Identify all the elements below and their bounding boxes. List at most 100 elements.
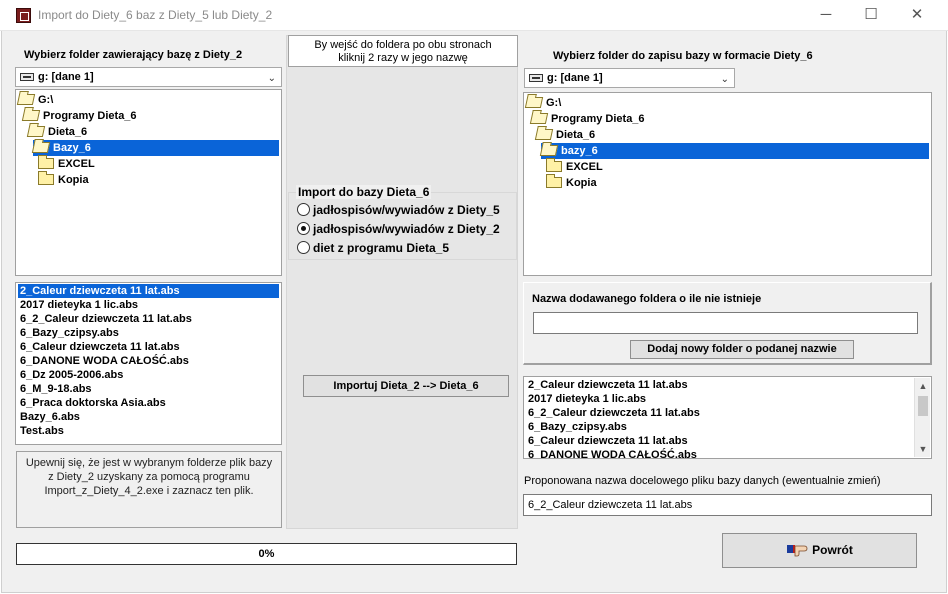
tree-item[interactable]: Programy Dieta_6 (21, 108, 137, 124)
target-folder-heading: Wybierz folder do zapisu bazy w formacie… (553, 50, 813, 62)
tree-item[interactable]: bazy_6 (539, 143, 929, 159)
navigation-hint: By wejść do foldera po obu stronach klik… (288, 35, 518, 67)
tree-item[interactable]: EXCEL (38, 155, 95, 172)
tree-item[interactable]: Dieta_6 (26, 124, 88, 140)
source-drive-value: g: [dane 1] (38, 71, 94, 83)
tree-item[interactable]: Kopia (38, 171, 89, 188)
tree-item[interactable]: Bazy_6 (31, 140, 279, 156)
title-bar: Import do Diety_6 baz z Diety_5 lub Diet… (0, 0, 948, 31)
list-item[interactable]: 2017 dieteyka 1 lic.abs (526, 392, 911, 406)
list-item[interactable]: 6_Bazy_czipsy.abs (526, 420, 911, 434)
tree-item-label: G:\ (38, 94, 54, 106)
list-item[interactable]: 6_DANONE WODA CAŁOŚĆ.abs (526, 448, 911, 458)
radio-label: diet z programu Dieta_5 (313, 241, 450, 255)
radio-option-dieta5-menus[interactable]: jadłospisów/wywiadów z Diety_5 (297, 202, 500, 218)
list-item[interactable]: Test.abs (18, 424, 279, 438)
radio-option-dieta2-menus[interactable]: jadłospisów/wywiadów z Diety_2 (297, 221, 500, 237)
list-item[interactable]: 6_2_Caleur dziewczeta 11 lat.abs (526, 406, 911, 420)
list-item[interactable]: 6_Caleur dziewczeta 11 lat.abs (526, 434, 911, 448)
list-item[interactable]: Bazy_6.abs (18, 410, 279, 424)
chevron-down-icon: ⌄ (720, 74, 729, 85)
radio-button[interactable] (297, 241, 310, 254)
back-button[interactable]: Powrót (722, 533, 917, 568)
hand-back-icon (787, 545, 808, 557)
scrollbar[interactable]: ▲ ▼ (914, 378, 930, 457)
import-button[interactable]: Importuj Dieta_2 --> Dieta_6 (303, 375, 509, 397)
folder-open-icon (21, 110, 41, 121)
tree-item-label: G:\ (546, 97, 562, 109)
scroll-down-icon[interactable]: ▼ (915, 441, 931, 457)
folder-open-icon (524, 97, 544, 108)
add-folder-button[interactable]: Dodaj nowy folder o podanej nazwie (630, 340, 854, 359)
list-item[interactable]: 6_Bazy_czipsy.abs (18, 326, 279, 340)
tree-item-label: Dieta_6 (556, 129, 596, 141)
tree-item-label: Kopia (566, 177, 597, 189)
drive-icon (20, 73, 34, 81)
app-icon (16, 8, 31, 23)
radio-label: jadłospisów/wywiadów z Diety_2 (313, 222, 500, 236)
progress-bar: 0% (16, 543, 517, 565)
radio-option-dieta5-diets[interactable]: diet z programu Dieta_5 (297, 240, 449, 256)
folder-open-icon (31, 142, 51, 153)
scroll-thumb[interactable] (918, 396, 928, 416)
list-item[interactable]: 6_2_Caleur dziewczeta 11 lat.abs (18, 312, 279, 326)
list-item[interactable]: 6_Praca doktorska Asia.abs (18, 396, 279, 410)
source-folder-tree[interactable]: G:\ Programy Dieta_6 Dieta_6 Bazy_6 EXCEL Kop… (15, 89, 282, 276)
target-filename-label: Proponowana nazwa docelowego pliku bazy … (524, 475, 881, 487)
list-item[interactable]: 2_Caleur dziewczeta 11 lat.abs (18, 284, 279, 298)
new-folder-input[interactable] (533, 312, 918, 334)
target-drive-value: g: [dane 1] (547, 72, 603, 84)
target-file-list[interactable]: 6_DANONE WODA CAŁOŚĆ.abs 6_Caleur dziewcz… (523, 376, 932, 459)
close-button[interactable]: ✕ (902, 4, 932, 26)
list-item[interactable]: 2017 dieteyka 1 lic.abs (18, 298, 279, 312)
tree-item[interactable]: Kopia (546, 174, 597, 191)
tree-item[interactable]: Programy Dieta_6 (529, 111, 645, 127)
radio-button-checked[interactable] (297, 222, 310, 235)
folder-open-icon (534, 129, 554, 140)
navigation-hint-line2: kliknij 2 razy w jego nazwę (338, 52, 468, 64)
navigation-hint-line1: By wejść do foldera po obu stronach (314, 39, 492, 51)
list-item[interactable]: 2_Caleur dziewczeta 11 lat.abs (526, 378, 911, 392)
instruction-note: Upewnij się, że jest w wybranym folderze… (16, 451, 282, 528)
list-item[interactable]: 6_Dz 2005-2006.abs (18, 368, 279, 382)
folder-closed-icon (546, 174, 562, 188)
tree-item-label: Programy Dieta_6 (551, 113, 645, 125)
folder-closed-icon (38, 171, 54, 185)
source-file-list[interactable]: Test.abs Bazy_6.abs 6_Praca doktorska Asia… (15, 282, 282, 445)
new-folder-panel: Nazwa dodawanego foldera o ile nie istni… (523, 282, 932, 365)
add-folder-button-label: Dodaj nowy folder o podanej nazwie (647, 343, 837, 355)
new-folder-label: Nazwa dodawanego foldera o ile nie istni… (532, 293, 762, 305)
tree-item[interactable]: G:\ (16, 92, 54, 108)
tree-item-label: Bazy_6 (53, 142, 91, 154)
target-folder-tree[interactable]: G:\ Programy Dieta_6 Dieta_6 bazy_6 EXCEL Kop… (523, 92, 932, 276)
folder-open-icon (16, 94, 36, 105)
drive-icon (529, 74, 543, 82)
tree-item[interactable]: G:\ (524, 95, 562, 111)
folder-open-icon (529, 113, 549, 124)
maximize-button[interactable]: ☐ (856, 4, 886, 26)
tree-item-label: EXCEL (566, 161, 603, 173)
source-drive-select[interactable]: g: [dane 1] ⌄ (15, 67, 282, 87)
tree-item-label: EXCEL (58, 158, 95, 170)
scroll-up-icon[interactable]: ▲ (915, 378, 931, 394)
chevron-down-icon: ⌄ (267, 73, 276, 84)
list-item[interactable]: 6_M_9-18.abs (18, 382, 279, 396)
folder-closed-icon (38, 155, 54, 169)
minimize-button[interactable]: ─ (811, 4, 841, 26)
tree-item-label: Programy Dieta_6 (43, 110, 137, 122)
source-folder-heading: Wybierz folder zawierający bazę z Diety_… (24, 49, 243, 61)
tree-item[interactable]: Dieta_6 (534, 127, 596, 143)
tree-item-label: Kopia (58, 174, 89, 186)
radio-label: jadłospisów/wywiadów z Diety_5 (313, 203, 500, 217)
target-filename-input[interactable]: 6_2_Caleur dziewczeta 11 lat.abs (523, 494, 932, 516)
center-panel (286, 35, 518, 529)
target-drive-select[interactable]: g: [dane 1] ⌄ (524, 68, 735, 88)
folder-closed-icon (546, 158, 562, 172)
tree-item-label: Dieta_6 (48, 126, 88, 138)
folder-open-icon (539, 145, 559, 156)
list-item[interactable]: 6_Caleur dziewczeta 11 lat.abs (18, 340, 279, 354)
radio-button[interactable] (297, 203, 310, 216)
list-item[interactable]: 6_DANONE WODA CAŁOŚĆ.abs (18, 354, 279, 368)
tree-item[interactable]: EXCEL (546, 158, 603, 175)
folder-open-icon (26, 126, 46, 137)
